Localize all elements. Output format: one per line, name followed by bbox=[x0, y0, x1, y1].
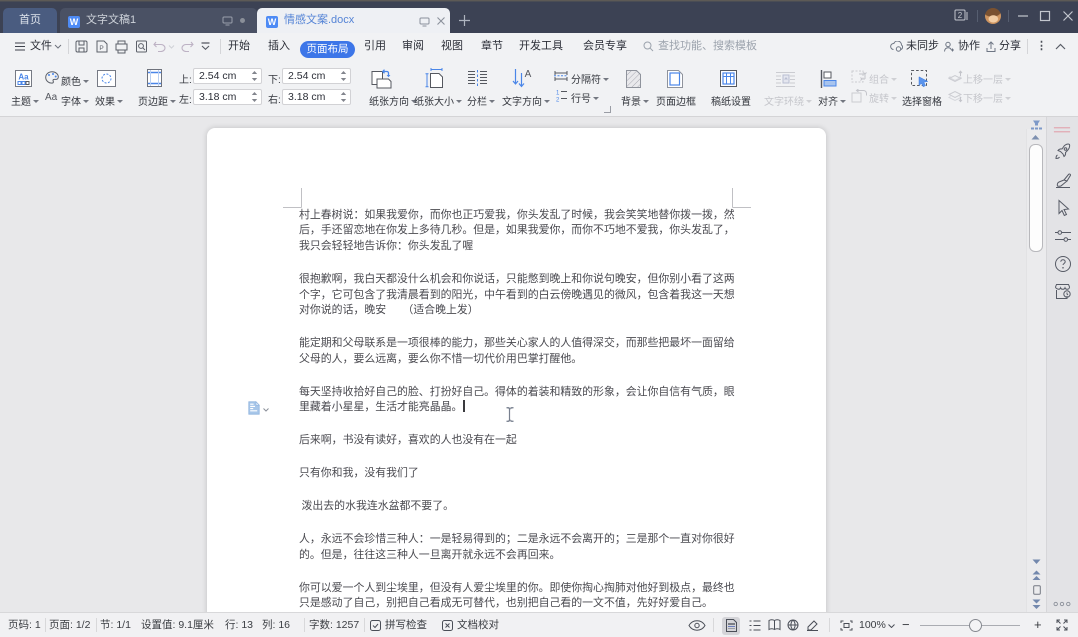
svg-text:A: A bbox=[525, 69, 532, 80]
svg-text:2: 2 bbox=[958, 11, 963, 20]
svg-text:Aa: Aa bbox=[18, 73, 29, 82]
svg-text:P: P bbox=[99, 45, 103, 52]
svg-text:1: 1 bbox=[556, 91, 560, 97]
svg-text:2: 2 bbox=[556, 98, 560, 103]
